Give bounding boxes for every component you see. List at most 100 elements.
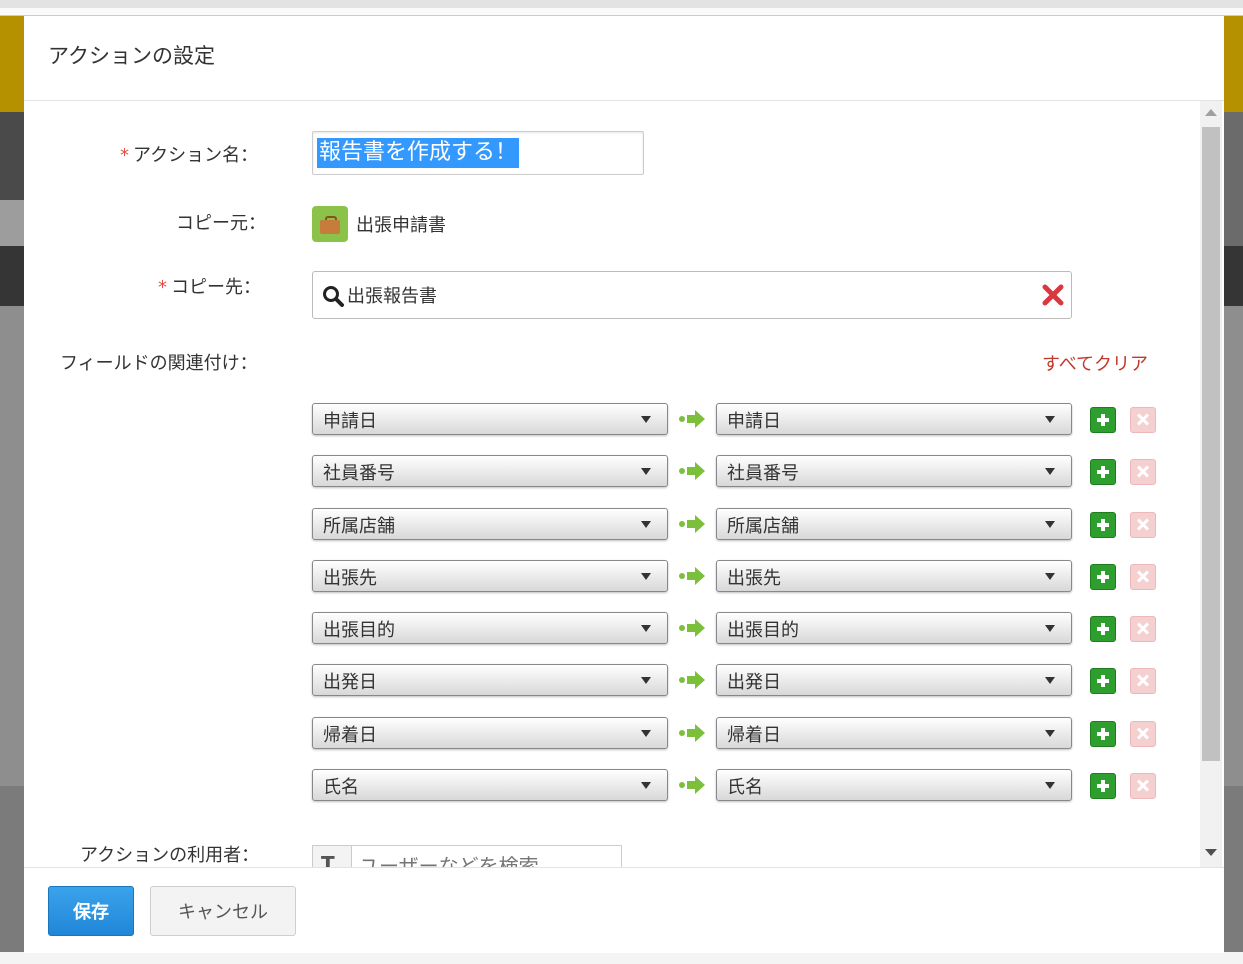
copy-source-label: コピー元： [176,213,266,234]
source-field-value: 帰着日 [323,725,377,746]
source-field-value: 出張先 [323,568,377,589]
add-mapping-button[interactable] [1090,407,1116,433]
source-field-value: 出張目的 [323,620,395,641]
arrow-right-icon [679,462,705,480]
source-field-value: 社員番号 [323,463,395,484]
remove-mapping-button[interactable] [1130,721,1156,747]
dialog-header: アクションの設定 [24,16,1224,101]
dest-field-value: 申請日 [727,411,781,432]
chevron-down-icon [1045,573,1055,580]
clear-icon[interactable] [1041,283,1065,307]
add-mapping-button[interactable] [1090,616,1116,642]
copy-source-value: 出張申請書 [356,215,446,236]
remove-mapping-button[interactable] [1130,512,1156,538]
dest-field-select[interactable]: 帰着日 [716,717,1072,749]
chevron-down-icon [641,625,651,632]
action-settings-dialog: アクションの設定 * アクション名： 報告書を作成する！ コピー元： 出張申請書 … [24,16,1224,953]
remove-mapping-button[interactable] [1130,616,1156,642]
copy-dest-field[interactable]: 出張報告書 [312,271,1072,319]
dest-field-select[interactable]: 出張目的 [716,612,1072,644]
dialog-scrollbar[interactable] [1200,101,1222,867]
arrow-right-icon [679,671,705,689]
action-name-label: * アクション名： [120,145,259,166]
background-bottom [0,952,1243,964]
action-name-value[interactable]: 報告書を作成する！ [317,138,520,168]
clear-all-link[interactable]: すべてクリア [1042,350,1148,376]
remove-mapping-button[interactable] [1130,564,1156,590]
dest-field-select[interactable]: 所属店舗 [716,508,1072,540]
dest-field-value: 出張目的 [727,620,799,641]
remove-mapping-button[interactable] [1130,668,1156,694]
chevron-down-icon [1045,625,1055,632]
dest-field-select[interactable]: 出発日 [716,664,1072,696]
source-field-select[interactable]: 出張先 [312,560,668,592]
remove-mapping-button[interactable] [1130,459,1156,485]
chevron-down-icon [1045,468,1055,475]
chevron-down-icon [1045,416,1055,423]
user-search-input[interactable] [357,850,616,867]
background-line [0,8,1243,16]
dest-field-value: 出発日 [727,672,781,693]
arrow-right-icon [679,567,705,585]
copy-dest-label: * コピー先： [158,277,261,298]
copy-dest-value: 出張報告書 [347,286,437,307]
dialog-footer: 保存 キャンセル [24,867,1224,953]
dest-field-select[interactable]: 氏名 [716,769,1072,801]
source-field-select[interactable]: 出張目的 [312,612,668,644]
chevron-down-icon [641,677,651,684]
source-field-value: 出発日 [323,672,377,693]
arrow-right-icon [679,724,705,742]
source-field-select[interactable]: 帰着日 [312,717,668,749]
source-field-select[interactable]: 氏名 [312,769,668,801]
chevron-down-icon [1045,521,1055,528]
field-mapping-row: 帰着日 帰着日 [312,717,1172,751]
field-mapping-row: 所属店舗 所属店舗 [312,508,1172,542]
briefcase-icon [312,206,348,242]
scroll-up-icon[interactable] [1205,109,1217,116]
dest-field-select[interactable]: 出張先 [716,560,1072,592]
source-field-select[interactable]: 社員番号 [312,455,668,487]
chevron-down-icon [1045,677,1055,684]
add-mapping-button[interactable] [1090,721,1116,747]
dest-field-value: 帰着日 [727,725,781,746]
chevron-down-icon [641,730,651,737]
field-mapping-row: 出張目的 出張目的 [312,612,1172,646]
add-mapping-button[interactable] [1090,459,1116,485]
add-mapping-button[interactable] [1090,512,1116,538]
user-type-icon[interactable]: T [313,846,352,867]
add-mapping-button[interactable] [1090,668,1116,694]
arrow-right-icon [679,410,705,428]
cancel-button[interactable]: キャンセル [150,886,296,936]
required-mark: * [120,145,129,166]
chevron-down-icon [641,782,651,789]
user-search-field[interactable]: T [312,845,622,867]
source-field-value: 所属店舗 [323,516,395,537]
scrollbar-thumb[interactable] [1202,127,1220,761]
chevron-down-icon [641,468,651,475]
field-mapping-row: 出発日 出発日 [312,664,1172,698]
required-mark: * [158,277,167,298]
save-button[interactable]: 保存 [48,886,134,936]
field-mapping-row: 申請日 申請日 [312,403,1172,437]
arrow-right-icon [679,619,705,637]
background-left-overlay [0,16,24,964]
dest-field-select[interactable]: 申請日 [716,403,1072,435]
chevron-down-icon [1045,730,1055,737]
add-mapping-button[interactable] [1090,564,1116,590]
arrow-right-icon [679,515,705,533]
add-mapping-button[interactable] [1090,773,1116,799]
scroll-down-icon[interactable] [1205,849,1217,856]
search-icon [323,286,344,307]
action-name-input[interactable]: 報告書を作成する！ [312,131,644,175]
dest-field-value: 出張先 [727,568,781,589]
source-field-value: 氏名 [323,777,359,798]
source-field-select[interactable]: 出発日 [312,664,668,696]
dest-field-value: 社員番号 [727,463,799,484]
source-field-select[interactable]: 申請日 [312,403,668,435]
chevron-down-icon [1045,782,1055,789]
dest-field-select[interactable]: 社員番号 [716,455,1072,487]
field-mapping-row: 出張先 出張先 [312,560,1172,594]
remove-mapping-button[interactable] [1130,407,1156,433]
source-field-select[interactable]: 所属店舗 [312,508,668,540]
remove-mapping-button[interactable] [1130,773,1156,799]
